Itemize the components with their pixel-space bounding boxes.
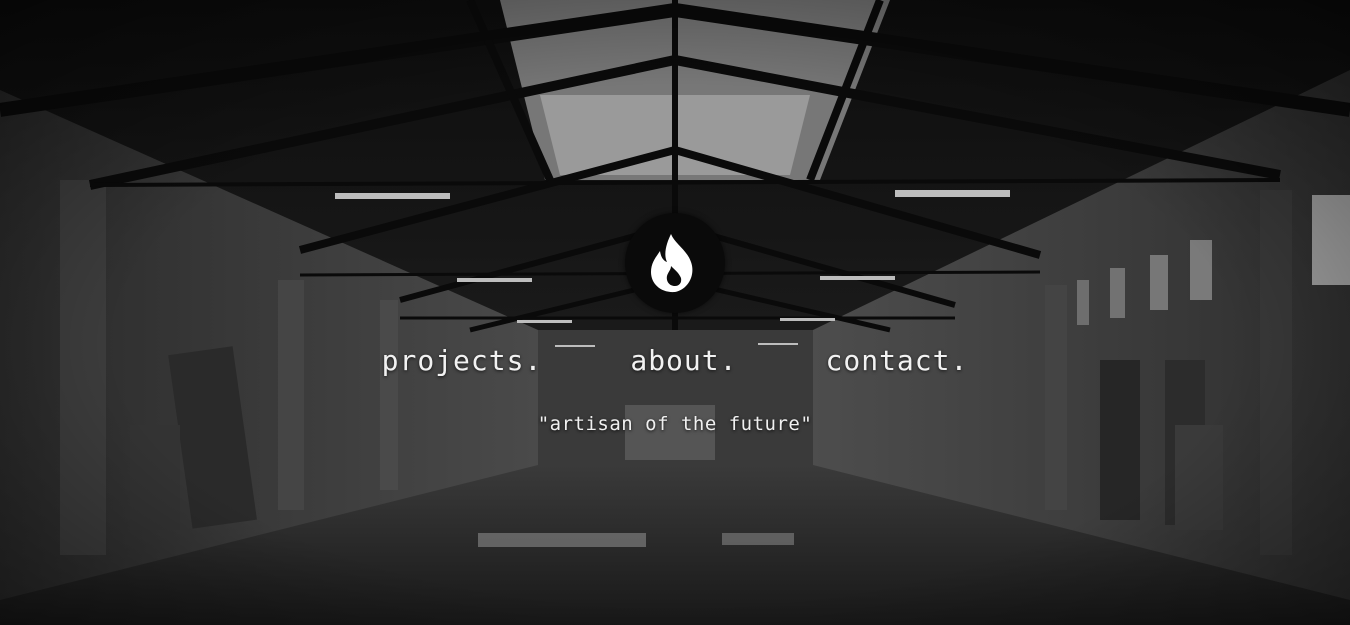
nav-link-about[interactable]: about.	[630, 344, 737, 377]
flame-icon	[651, 234, 693, 293]
main-nav: projects. about. contact.	[0, 344, 1350, 377]
nav-link-projects[interactable]: projects.	[382, 344, 543, 377]
tagline: "artisan of the future"	[537, 413, 813, 435]
logo[interactable]	[625, 213, 725, 313]
nav-link-contact[interactable]: contact.	[826, 344, 969, 377]
